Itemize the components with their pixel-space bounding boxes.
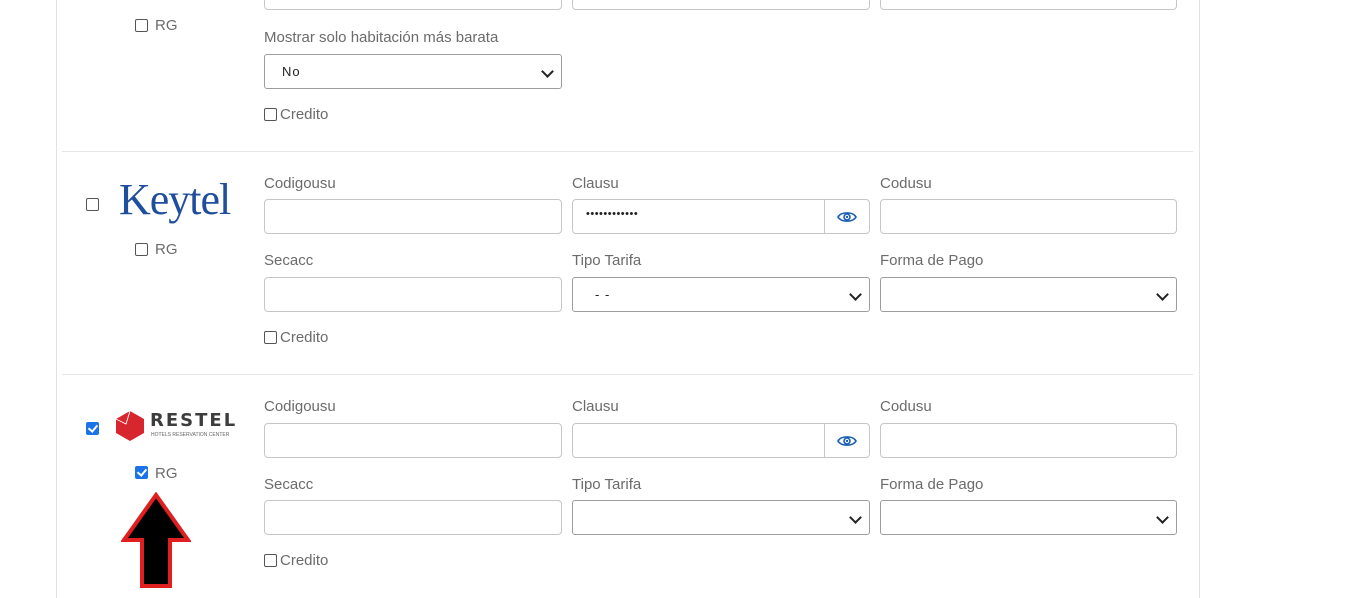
red-arrow-up-annotation	[121, 492, 191, 588]
show-password-button[interactable]	[824, 200, 869, 233]
restel-forma-pago-select[interactable]	[880, 500, 1177, 535]
keytel-select-checkbox[interactable]	[86, 198, 99, 211]
keytel-credit-checkbox[interactable]	[264, 331, 277, 344]
restel-secacc-label: Secacc	[264, 476, 314, 493]
restel-forma-pago-label: Forma de Pago	[880, 476, 984, 493]
restel-credit-label: Credito	[280, 552, 329, 569]
restel-rg-checkbox[interactable]	[135, 466, 148, 479]
restel-codusu-label: Codusu	[880, 398, 932, 415]
keytel-rg-label: RG	[155, 241, 178, 258]
keytel-tipo-tarifa-select[interactable]: - -	[572, 277, 870, 312]
restel-codigousu-label: Codigousu	[264, 398, 336, 415]
keytel-forma-pago-label: Forma de Pago	[880, 252, 984, 269]
chevron-down-icon	[1156, 511, 1169, 524]
keytel-codigousu-input[interactable]	[264, 199, 562, 234]
keytel-tipo-tarifa-value: - -	[595, 287, 611, 302]
eye-icon	[837, 435, 857, 446]
keytel-forma-pago-select[interactable]	[880, 277, 1177, 312]
keytel-clausu-input[interactable]: ••••••••••••	[572, 199, 870, 234]
eye-icon	[837, 211, 857, 222]
top-field-3[interactable]	[880, 0, 1177, 10]
keytel-rg-checkbox[interactable]	[135, 243, 148, 256]
section-divider	[62, 374, 1193, 375]
restel-tipo-tarifa-select[interactable]	[572, 500, 870, 535]
show-password-button[interactable]	[824, 424, 869, 457]
top-field-2[interactable]	[572, 0, 870, 10]
restel-secacc-input[interactable]	[264, 500, 562, 535]
top-credit-label: Credito	[280, 106, 329, 123]
top-rg-checkbox[interactable]	[135, 19, 148, 32]
chevron-down-icon	[849, 511, 862, 524]
restel-credit-checkbox[interactable]	[264, 554, 277, 567]
keytel-tipo-tarifa-label: Tipo Tarifa	[572, 252, 642, 269]
restel-logo-subtext: HOTELS RESERVATION CENTER	[151, 432, 230, 438]
top-field-1[interactable]	[264, 0, 562, 10]
keytel-codigousu-label: Codigousu	[264, 175, 336, 192]
restel-select-checkbox[interactable]	[86, 422, 99, 435]
restel-clausu-label: Clausu	[572, 398, 619, 415]
section-divider	[62, 151, 1193, 152]
keytel-logo: Keytel	[119, 175, 231, 224]
restel-codusu-input[interactable]	[880, 423, 1177, 458]
keytel-codusu-input[interactable]	[880, 199, 1177, 234]
keytel-codusu-label: Codusu	[880, 175, 932, 192]
cheapest-room-value: No	[282, 64, 301, 79]
restel-clausu-input[interactable]	[572, 423, 870, 458]
top-credit-checkbox[interactable]	[264, 108, 277, 121]
keytel-secacc-input[interactable]	[264, 277, 562, 312]
chevron-down-icon	[541, 65, 554, 78]
keytel-secacc-label: Secacc	[264, 252, 314, 269]
top-rg-label: RG	[155, 17, 178, 34]
chevron-down-icon	[1156, 288, 1169, 301]
cheapest-room-select[interactable]: No	[264, 54, 562, 89]
restel-rg-label: RG	[155, 465, 178, 482]
cheapest-room-label: Mostrar solo habitación más barata	[264, 29, 499, 46]
restel-tipo-tarifa-label: Tipo Tarifa	[572, 476, 642, 493]
chevron-down-icon	[849, 288, 862, 301]
keytel-clausu-label: Clausu	[572, 175, 619, 192]
keytel-credit-label: Credito	[280, 329, 329, 346]
restel-codigousu-input[interactable]	[264, 423, 562, 458]
restel-logo-text: RESTEL	[150, 410, 238, 431]
restel-gem-icon	[115, 410, 144, 441]
restel-logo: RESTEL HOTELS RESERVATION CENTER	[114, 409, 239, 443]
keytel-clausu-value: ••••••••••••	[586, 208, 639, 220]
